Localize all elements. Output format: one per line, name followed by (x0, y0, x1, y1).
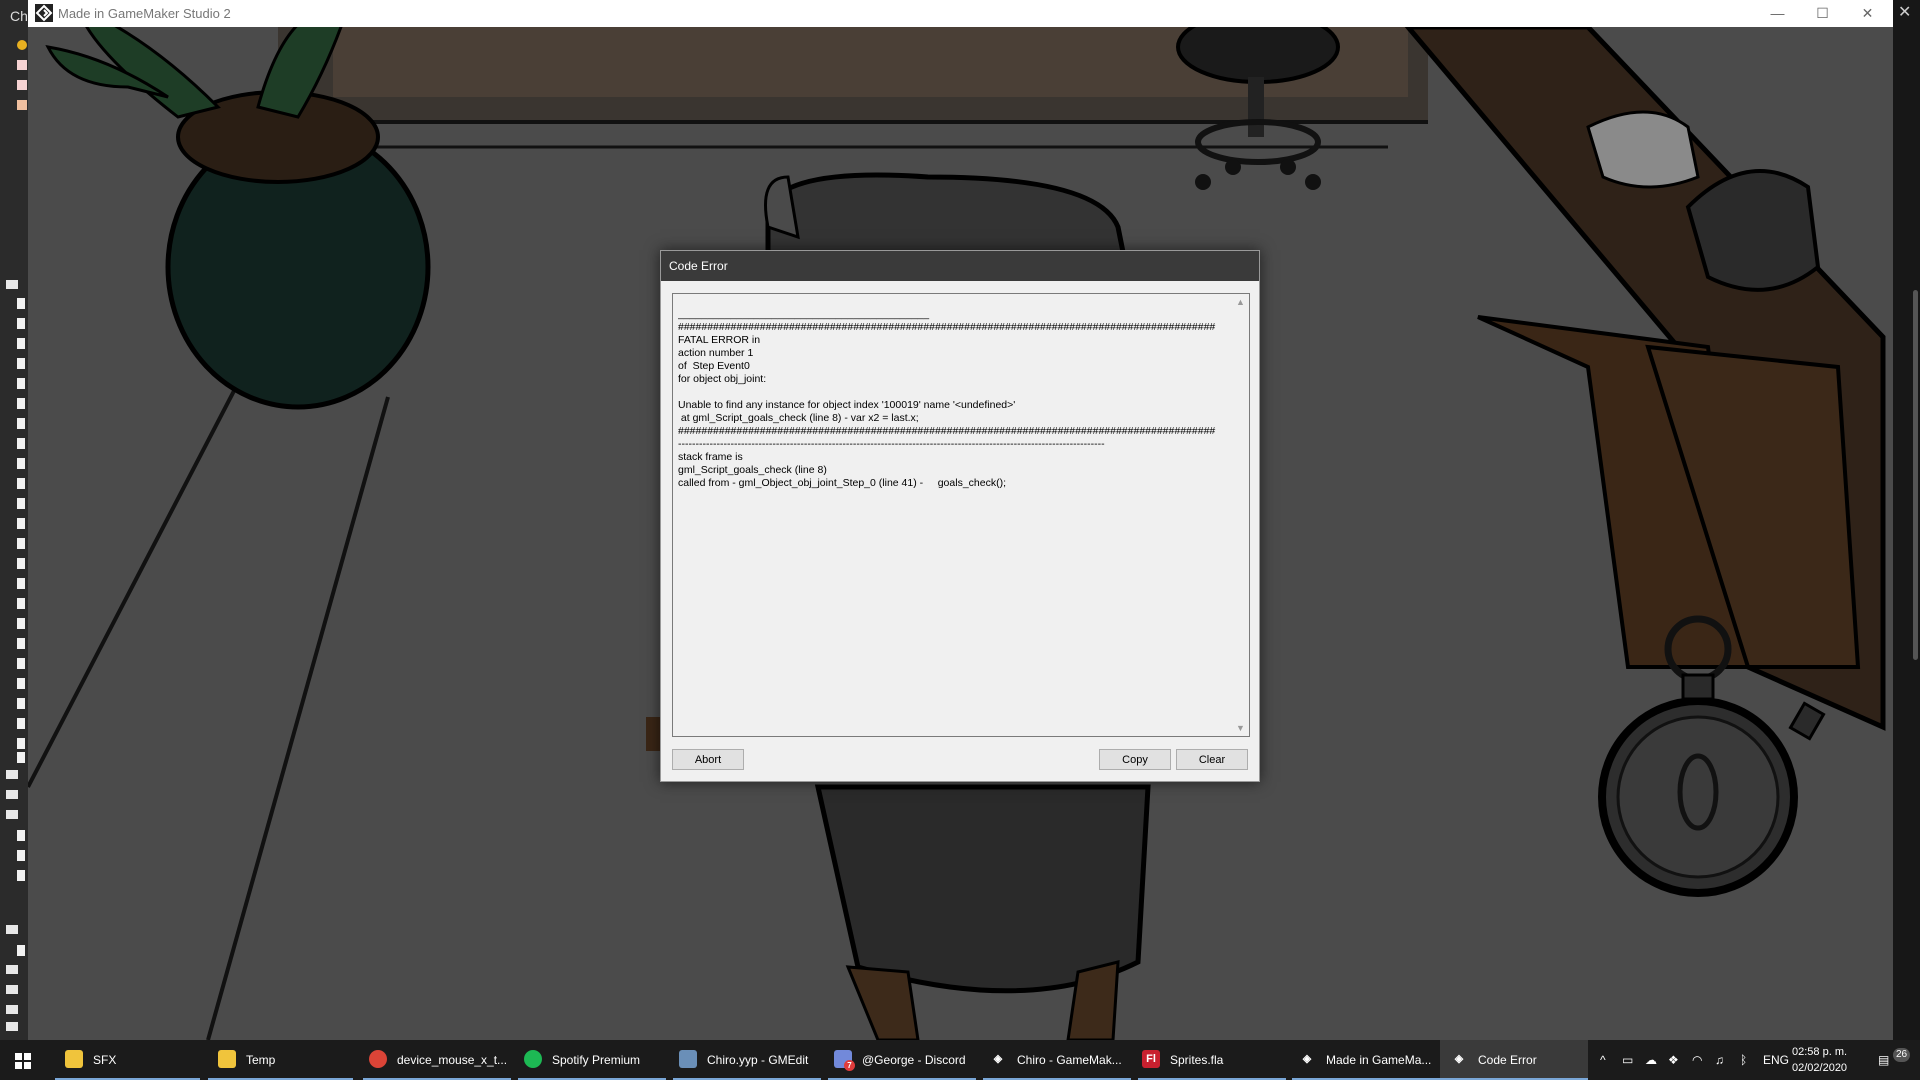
right-scrollbar[interactable]: ✕ (1893, 0, 1920, 1040)
file-icon[interactable] (17, 718, 25, 729)
window-title: Made in GameMaker Studio 2 (58, 6, 231, 21)
ide-toolbar-icon[interactable] (17, 80, 27, 90)
ide-toolbar-icon[interactable] (17, 100, 27, 110)
file-icon[interactable] (17, 378, 25, 389)
battery-icon[interactable]: ▭ (1622, 1040, 1633, 1080)
folder-icon[interactable] (6, 985, 18, 994)
taskbar-item-spotify[interactable]: Spotify Premium (518, 1040, 666, 1080)
scroll-down-icon[interactable]: ▼ (1236, 723, 1245, 733)
file-icon[interactable] (17, 458, 25, 469)
taskbar-item-sfx[interactable]: SFX (55, 1040, 200, 1080)
chrome-icon (369, 1050, 387, 1069)
taskbar-item-discord[interactable]: 7 @George - Discord (828, 1040, 976, 1080)
ide-toolbar-icon[interactable] (17, 40, 27, 50)
folder-icon[interactable] (6, 280, 18, 289)
file-icon[interactable] (17, 338, 25, 349)
ide-label: Ch (10, 8, 28, 24)
file-icon[interactable] (17, 618, 25, 629)
start-button[interactable] (0, 1040, 46, 1080)
file-icon[interactable] (17, 398, 25, 409)
close-icon[interactable]: ✕ (1898, 2, 1911, 22)
volume-icon[interactable]: ♫ (1715, 1040, 1724, 1080)
file-icon[interactable] (17, 418, 25, 429)
game-titlebar[interactable]: Made in GameMaker Studio 2 — ☐ ✕ (28, 0, 1893, 28)
folder-icon[interactable] (6, 1005, 18, 1014)
error-message: ________________________________________… (678, 308, 1216, 489)
file-icon[interactable] (17, 638, 25, 649)
clock-time: 02:58 p. m. (1792, 1046, 1848, 1058)
file-icon[interactable] (17, 498, 25, 509)
file-icon[interactable] (17, 598, 25, 609)
wifi-icon[interactable]: ◠ (1692, 1040, 1702, 1080)
maximize-button[interactable]: ☐ (1800, 0, 1845, 27)
notification-icon[interactable]: ▤ (1878, 1040, 1889, 1080)
ide-side-strip: Ch (0, 0, 28, 1040)
copy-button[interactable]: Copy (1099, 749, 1171, 770)
bluetooth-icon[interactable]: ᛒ (1740, 1040, 1747, 1080)
dropbox-icon[interactable]: ❖ (1668, 1040, 1679, 1080)
folder-icon[interactable] (6, 925, 18, 934)
file-icon[interactable] (17, 738, 25, 749)
file-icon[interactable] (17, 752, 25, 763)
language-indicator[interactable]: ENG (1763, 1040, 1789, 1080)
notification-count: 26 (1893, 1048, 1911, 1062)
gmedit-icon (679, 1050, 697, 1069)
notification-badge: 7 (844, 1060, 855, 1072)
folder-icon (218, 1050, 236, 1069)
cloud-icon[interactable]: ☁ (1645, 1040, 1657, 1080)
file-icon[interactable] (17, 518, 25, 529)
file-icon[interactable] (17, 358, 25, 369)
file-icon[interactable] (17, 658, 25, 669)
folder-icon[interactable] (6, 810, 18, 819)
file-icon[interactable] (17, 478, 25, 489)
taskbar-item-temp[interactable]: Temp (208, 1040, 353, 1080)
close-button[interactable]: ✕ (1845, 0, 1890, 27)
file-icon[interactable] (17, 678, 25, 689)
taskbar-item-chrome[interactable]: device_mouse_x_t... (363, 1040, 511, 1080)
file-icon[interactable] (17, 945, 25, 956)
clear-button[interactable]: Clear (1176, 749, 1248, 770)
taskbar: SFX Temp device_mouse_x_t... Spotify Pre… (0, 1040, 1920, 1080)
discord-icon: 7 (834, 1050, 855, 1072)
folder-icon[interactable] (6, 790, 18, 799)
file-icon[interactable] (17, 830, 25, 841)
abort-button[interactable]: Abort (672, 749, 744, 770)
taskbar-item-gamemaker-ide[interactable]: ◈ Chiro - GameMak... (983, 1040, 1131, 1080)
scroll-up-icon[interactable]: ▲ (1236, 297, 1245, 307)
error-text-area[interactable]: ________________________________________… (672, 293, 1250, 737)
file-icon[interactable] (17, 298, 25, 309)
taskbar-item-flash[interactable]: Fl Sprites.fla (1138, 1040, 1286, 1080)
folder-icon (65, 1050, 83, 1069)
taskbar-item-gmedit[interactable]: Chiro.yyp - GMEdit (673, 1040, 821, 1080)
gamemaker-icon: ◈ (1302, 1053, 1312, 1066)
taskbar-item-code-error[interactable]: ◈ Code Error (1440, 1040, 1588, 1080)
gamemaker-icon (35, 4, 53, 22)
folder-icon[interactable] (6, 770, 18, 779)
gamemaker-icon: ◈ (1454, 1053, 1464, 1066)
windows-icon (15, 1052, 31, 1069)
file-icon[interactable] (17, 538, 25, 549)
gamemaker-icon: ◈ (993, 1053, 1003, 1066)
folder-icon[interactable] (6, 965, 18, 974)
spotify-icon (524, 1050, 542, 1069)
file-icon[interactable] (17, 870, 25, 881)
clock-date: 02/02/2020 (1792, 1062, 1848, 1074)
chevron-up-icon[interactable]: ^ (1600, 1040, 1606, 1080)
file-icon[interactable] (17, 850, 25, 861)
file-icon[interactable] (17, 318, 25, 329)
ide-toolbar-icon[interactable] (17, 60, 27, 70)
flash-icon: Fl (1142, 1050, 1160, 1069)
file-icon[interactable] (17, 438, 25, 449)
file-icon[interactable] (17, 558, 25, 569)
taskbar-item-game[interactable]: ◈ Made in GameMa... (1292, 1040, 1440, 1080)
clock[interactable]: 02:58 p. m. 02/02/2020 (1792, 1044, 1847, 1076)
scrollbar-thumb[interactable] (1913, 290, 1918, 660)
error-scrollbar[interactable]: ▲ ▼ (1232, 294, 1249, 736)
code-error-dialog: Code Error _____________________________… (660, 250, 1260, 782)
file-icon[interactable] (17, 698, 25, 709)
dialog-title[interactable]: Code Error (661, 251, 1259, 281)
minimize-button[interactable]: — (1755, 0, 1800, 27)
file-icon[interactable] (17, 578, 25, 589)
folder-icon[interactable] (6, 1022, 18, 1031)
